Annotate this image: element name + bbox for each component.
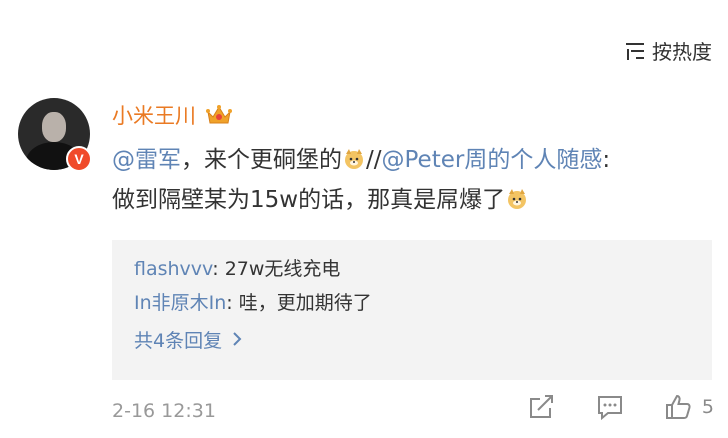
doge-emoji-icon: [506, 183, 528, 209]
like-button[interactable]: 5: [664, 394, 714, 420]
more-replies-link[interactable]: 共4条回复: [134, 324, 242, 358]
replies-box: flashvvv: 27w无线充电 In非原木In: 哇，更加期待了 共4条回复: [112, 240, 712, 380]
reply-item: flashvvv: 27w无线充电: [134, 252, 690, 286]
mention-link[interactable]: @雷军: [112, 147, 181, 173]
verified-badge: V: [66, 146, 92, 172]
comment-icon: [596, 394, 624, 420]
reply-text: : 哇，更加期待了: [226, 292, 372, 314]
comment-segment: 做到隔壁某为15w的话，那真是屌爆了: [112, 187, 506, 213]
crown-icon: [206, 104, 232, 126]
share-icon: [528, 394, 556, 420]
sort-by-hot-button[interactable]: 按热度: [624, 36, 712, 65]
chevron-right-icon: [232, 324, 242, 358]
thumbs-up-icon: [664, 394, 692, 420]
sort-lines-icon: [624, 41, 646, 61]
more-replies-label: 共4条回复: [134, 330, 223, 352]
reply-username[interactable]: flashvvv: [134, 258, 212, 280]
mention-link[interactable]: @Peter周的个人随感: [382, 147, 603, 173]
like-count: 5: [701, 396, 714, 418]
comment-text: @雷军，来个更硐堡的 //@Peter周的个人随感: 做到隔壁某为15w的话，那真是…: [112, 140, 712, 220]
comment-segment: ，来个更硐堡的: [181, 147, 342, 173]
doge-emoji-icon: [343, 143, 365, 169]
comment-username[interactable]: 小米王川: [112, 100, 196, 130]
comment-timestamp: 2-16 12:31: [112, 400, 216, 422]
reply-button[interactable]: [596, 394, 624, 420]
comment-segment: :: [602, 147, 611, 173]
reply-username[interactable]: In非原木In: [134, 292, 226, 314]
reply-item: In非原木In: 哇，更加期待了: [134, 286, 690, 320]
separator: //: [366, 147, 382, 173]
sort-label: 按热度: [652, 40, 712, 64]
reply-text: : 27w无线充电: [212, 258, 341, 280]
share-button[interactable]: [528, 394, 556, 420]
